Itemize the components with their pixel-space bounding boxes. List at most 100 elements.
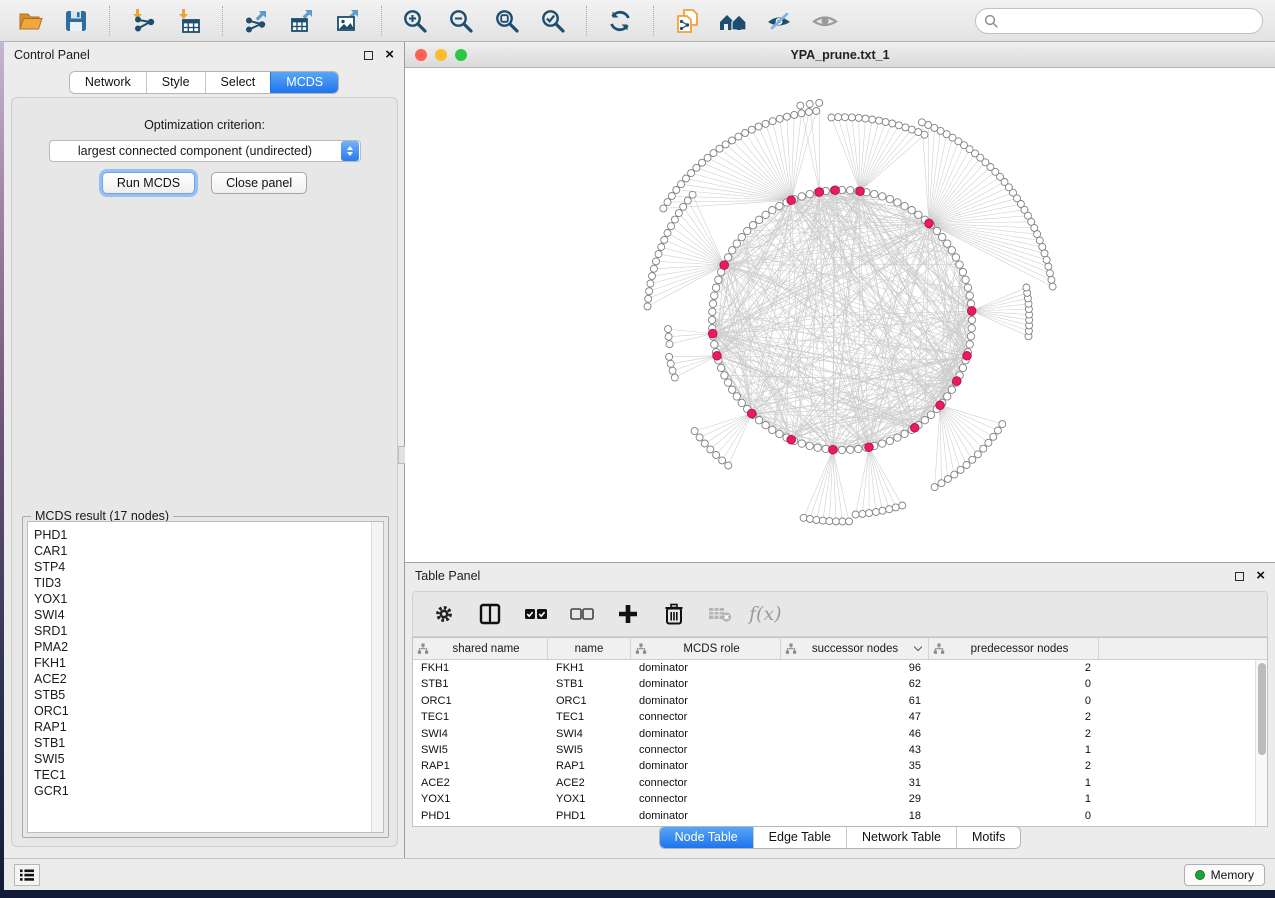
- mcds-result-item[interactable]: PMA2: [34, 639, 383, 655]
- mcds-result-item[interactable]: STP4: [34, 559, 383, 575]
- attribute-type-icon: [417, 643, 429, 655]
- tab-node-table[interactable]: Node Table: [660, 827, 753, 848]
- column-header-predecessor-nodes[interactable]: predecessor nodes: [929, 638, 1099, 659]
- mcds-result-item[interactable]: TID3: [34, 575, 383, 591]
- mcds-result-item[interactable]: YOX1: [34, 591, 383, 607]
- table-row[interactable]: FKH1FKH1dominator962: [413, 660, 1255, 676]
- search-input[interactable]: [975, 8, 1263, 34]
- import-table-button[interactable]: [169, 5, 209, 37]
- zoom-out-button[interactable]: [441, 5, 481, 37]
- mcds-result-list[interactable]: PHD1CAR1STP4TID3YOX1SWI4SRD1PMA2FKH1ACE2…: [27, 521, 384, 833]
- table-row[interactable]: ORC1ORC1dominator610: [413, 693, 1255, 709]
- mcds-result-item[interactable]: RAP1: [34, 719, 383, 735]
- node-table-body[interactable]: FKH1FKH1dominator962STB1STB1dominator620…: [413, 660, 1255, 826]
- network-from-selection-button[interactable]: [667, 5, 707, 37]
- float-panel-icon[interactable]: [364, 51, 373, 60]
- select-all-columns-button[interactable]: [519, 597, 553, 631]
- mcds-result-item[interactable]: CAR1: [34, 543, 383, 559]
- mcds-result-item[interactable]: ACE2: [34, 671, 383, 687]
- attribute-type-icon: [933, 643, 945, 655]
- table-cell: 43: [781, 742, 929, 758]
- table-row[interactable]: PHD1PHD1dominator180: [413, 808, 1255, 824]
- destroy-table-button[interactable]: [703, 597, 737, 631]
- zoom-fit-button[interactable]: [487, 5, 527, 37]
- mcds-result-item[interactable]: GCR1: [34, 783, 383, 799]
- export-image-button[interactable]: [328, 5, 368, 37]
- control-panel-title: Control Panel: [14, 48, 90, 62]
- mcds-result-item[interactable]: TEC1: [34, 767, 383, 783]
- table-cell: FKH1: [413, 660, 548, 676]
- table-cell: SWI4: [548, 726, 631, 742]
- table-row[interactable]: STB1STB1dominator620: [413, 676, 1255, 692]
- tab-network[interactable]: Network: [70, 72, 146, 93]
- equation-builder-button[interactable]: f(x): [749, 603, 782, 625]
- mcds-result-item[interactable]: STB1: [34, 735, 383, 751]
- column-header-MCDS-role[interactable]: MCDS role: [631, 638, 781, 659]
- table-scrollbar[interactable]: [1255, 660, 1267, 826]
- import-network-button[interactable]: [123, 5, 163, 37]
- export-network-button[interactable]: [236, 5, 276, 37]
- close-table-panel-icon[interactable]: ×: [1256, 571, 1265, 581]
- show-columns-button[interactable]: [473, 597, 507, 631]
- export-table-button[interactable]: [282, 5, 322, 37]
- tab-mcds[interactable]: MCDS: [270, 72, 338, 93]
- mcds-result-item[interactable]: SWI5: [34, 751, 383, 767]
- first-neighbors-button[interactable]: [713, 5, 753, 37]
- deselect-all-columns-button[interactable]: [565, 597, 599, 631]
- mcds-result-item[interactable]: FKH1: [34, 655, 383, 671]
- optimization-criterion-select[interactable]: largest connected component (undirected): [49, 140, 361, 162]
- tab-network-table[interactable]: Network Table: [846, 827, 956, 848]
- table-panel-title: Table Panel: [415, 569, 480, 583]
- mcds-result-item[interactable]: SRD1: [34, 623, 383, 639]
- mcds-list-scrollbar[interactable]: [371, 522, 383, 832]
- float-table-panel-icon[interactable]: [1235, 572, 1244, 581]
- zoom-in-button[interactable]: [395, 5, 435, 37]
- zoom-fit-icon: [493, 7, 521, 35]
- save-session-button[interactable]: [56, 5, 96, 37]
- tab-edge-table[interactable]: Edge Table: [753, 827, 846, 848]
- column-header-name[interactable]: name: [548, 638, 631, 659]
- show-hidden-button[interactable]: [805, 5, 845, 37]
- table-cell: 2: [929, 709, 1099, 725]
- memory-button[interactable]: Memory: [1184, 864, 1265, 886]
- open-file-button[interactable]: [10, 5, 50, 37]
- mcds-result-item[interactable]: PHD1: [34, 527, 383, 543]
- add-column-button[interactable]: [611, 597, 645, 631]
- mcds-result-item[interactable]: SWI4: [34, 607, 383, 623]
- table-delete-icon: [707, 603, 733, 625]
- optimization-criterion-value: largest connected component (undirected): [50, 144, 341, 158]
- table-row[interactable]: RAP1RAP1dominator352: [413, 758, 1255, 774]
- toolbar-separator: [586, 6, 587, 36]
- network-canvas[interactable]: [405, 68, 1275, 562]
- close-panel-icon[interactable]: ×: [385, 50, 394, 60]
- tab-select[interactable]: Select: [205, 72, 271, 93]
- table-cell: dominator: [631, 808, 781, 824]
- close-panel-button[interactable]: Close panel: [211, 172, 307, 194]
- run-mcds-button[interactable]: Run MCDS: [102, 172, 195, 194]
- column-header-shared-name[interactable]: shared name: [413, 638, 548, 659]
- table-cell: ACE2: [548, 775, 631, 791]
- table-settings-button[interactable]: [427, 597, 461, 631]
- mcds-result-item[interactable]: ORC1: [34, 703, 383, 719]
- table-cell: TEC1: [548, 709, 631, 725]
- tab-motifs[interactable]: Motifs: [956, 827, 1020, 848]
- delete-columns-button[interactable]: [657, 597, 691, 631]
- table-row[interactable]: ACE2ACE2connector311: [413, 775, 1255, 791]
- table-row[interactable]: YOX1YOX1connector291: [413, 791, 1255, 807]
- table-row[interactable]: SWI5SWI5connector431: [413, 742, 1255, 758]
- tab-style[interactable]: Style: [146, 72, 205, 93]
- table-cell: RAP1: [413, 758, 548, 774]
- hide-selected-button[interactable]: [759, 5, 799, 37]
- zoom-selected-button[interactable]: [533, 5, 573, 37]
- table-cell: SWI5: [548, 742, 631, 758]
- column-header-successor-nodes[interactable]: successor nodes: [781, 638, 929, 659]
- control-panel-tabs: NetworkStyleSelectMCDS: [4, 72, 404, 93]
- table-scrollbar-thumb[interactable]: [1258, 663, 1266, 755]
- mcds-result-item[interactable]: STB5: [34, 687, 383, 703]
- column-header-label: successor nodes: [797, 643, 913, 655]
- panel-toggle-button[interactable]: [14, 864, 40, 886]
- table-row[interactable]: SWI4SWI4dominator462: [413, 726, 1255, 742]
- plus-icon: [616, 602, 640, 626]
- apply-layout-button[interactable]: [600, 5, 640, 37]
- table-row[interactable]: TEC1TEC1connector472: [413, 709, 1255, 725]
